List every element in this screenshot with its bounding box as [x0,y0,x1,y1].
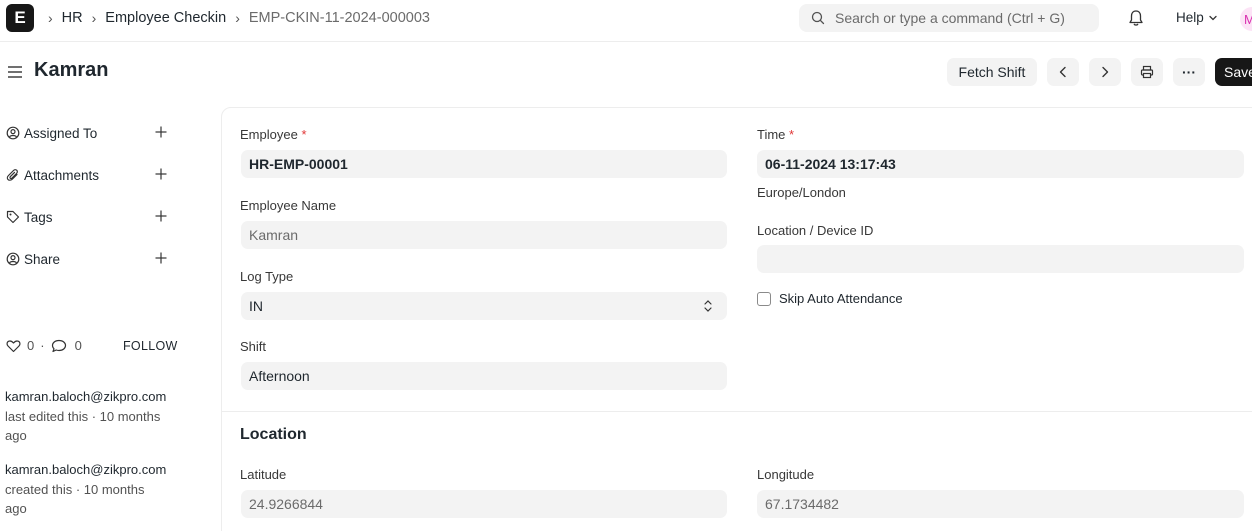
app-logo[interactable]: E [6,4,34,32]
skip-auto-attendance-row[interactable]: Skip Auto Attendance [757,291,903,306]
latitude-field: 24.9266844 [241,490,727,518]
notification-bell-icon[interactable] [1128,9,1144,27]
chevron-right-icon: › [48,10,53,26]
save-button[interactable]: Save [1215,58,1252,86]
printer-icon [1140,65,1154,79]
breadcrumb-employee-checkin[interactable]: Employee Checkin [105,10,226,26]
activity-text: ago [5,501,27,516]
time-label-text: Time [757,127,786,142]
breadcrumb: › HR › Employee Checkin › EMP-CKIN-11-20… [48,0,439,36]
likes-comments: 0 · 0 [6,338,82,353]
employee-name-label: Employee Name [240,198,337,213]
required-marker: * [789,127,795,142]
shift-field[interactable]: Afternoon [241,362,727,390]
help-dropdown[interactable]: Help [1176,10,1218,25]
sidebar-item-attachments[interactable]: Attachments [6,165,170,185]
time-field[interactable]: 06-11-2024 13:17:43 [757,150,1244,178]
breadcrumb-current-doc[interactable]: EMP-CKIN-11-2024-000003 [249,10,430,26]
longitude-label: Longitude [757,467,815,482]
select-arrows-icon [704,300,712,312]
chevron-left-icon [1059,66,1066,78]
longitude-field: 67.1734482 [757,490,1244,518]
search-bar[interactable] [799,4,1099,32]
follow-button[interactable]: FOLLOW [123,339,178,353]
fetch-shift-button[interactable]: Fetch Shift [947,58,1037,86]
sidebar-item-label: Attachments [24,167,100,183]
location-device-field[interactable] [757,245,1244,273]
sidebar-item-assigned-to[interactable]: Assigned To [6,123,170,143]
heart-icon[interactable] [6,339,21,353]
comments-count: 0 [74,338,82,353]
plus-icon[interactable] [154,251,168,265]
next-doc-button[interactable] [1089,58,1121,86]
search-input[interactable] [835,10,1085,26]
time-label: Time * [757,127,794,142]
log-type-label: Log Type [240,269,294,284]
breadcrumb-hr[interactable]: HR [62,10,83,26]
chevron-right-icon: › [91,10,97,26]
sidebar-item-label: Share [24,251,61,267]
skip-auto-attendance-label: Skip Auto Attendance [779,291,903,306]
activity-text: ago [5,428,27,443]
activity-text: last edited this · 10 months [5,408,161,424]
activity-user[interactable]: kamran.baloch@zikpro.com [5,387,180,407]
log-type-select[interactable]: IN [241,292,727,320]
activity-item: kamran.baloch@zikpro.com created this · … [5,460,180,519]
activity-text: created this · 10 months [5,481,145,497]
sidebar-item-share[interactable]: Share [6,249,170,269]
employee-label-text: Employee [240,127,298,142]
paperclip-icon [6,169,18,181]
activity-user[interactable]: kamran.baloch@zikpro.com [5,460,180,480]
location-device-label: Location / Device ID [757,223,874,238]
print-button[interactable] [1131,58,1163,86]
comment-icon[interactable] [51,339,67,353]
sidebar-item-tags[interactable]: Tags [6,207,170,227]
plus-icon[interactable] [154,167,168,181]
search-icon [811,11,825,25]
section-divider [221,411,1252,412]
location-section-title: Location [240,426,307,443]
sidebar-item-label: Tags [24,209,53,225]
chevron-down-icon [1209,15,1217,20]
separator-dot: · [40,338,45,353]
plus-icon[interactable] [154,209,168,223]
previous-doc-button[interactable] [1047,58,1079,86]
activity-item: kamran.baloch@zikpro.com last edited thi… [5,387,180,446]
employee-field[interactable]: HR-EMP-00001 [241,150,727,178]
user-avatar[interactable]: M [1240,7,1252,31]
likes-count: 0 [27,338,35,353]
required-marker: * [301,127,307,142]
sidebar-item-label: Assigned To [24,125,98,141]
user-circle-icon [6,126,20,140]
timezone-hint: Europe/London [757,185,846,200]
shift-label: Shift [240,339,267,354]
sidebar-toggle-icon[interactable] [6,64,24,80]
employee-label: Employee * [240,127,307,142]
tag-icon [6,210,20,224]
chevron-right-icon: › [235,10,240,26]
employee-name-field: Kamran [241,221,727,249]
plus-icon[interactable] [154,125,168,139]
log-type-value: IN [249,298,263,314]
more-actions-button[interactable]: ··· [1173,58,1205,86]
skip-auto-attendance-checkbox[interactable] [757,291,771,306]
latitude-label: Latitude [240,467,287,482]
help-label: Help [1176,10,1204,25]
chevron-right-icon [1102,66,1109,78]
navbar: E › HR › Employee Checkin › EMP-CKIN-11-… [0,0,1252,42]
share-user-icon [6,252,20,266]
page-title: Kamran [34,59,109,81]
